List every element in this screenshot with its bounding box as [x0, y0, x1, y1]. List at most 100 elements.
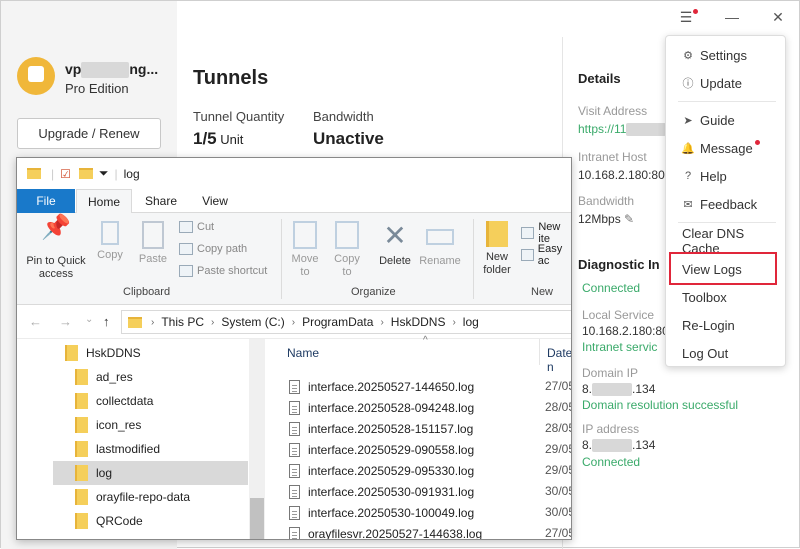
menu-toolbox[interactable]: Toolbox: [682, 286, 782, 308]
send-icon: ➤: [683, 114, 693, 127]
breadcrumb-programdata[interactable]: ProgramData: [302, 315, 373, 329]
file-row[interactable]: interface.20250530-091931.log: [289, 481, 474, 502]
tab-home[interactable]: Home: [76, 189, 132, 214]
copy-to-button[interactable]: Copy to: [329, 221, 365, 279]
folder-icon: [27, 168, 41, 179]
explorer-titlebar: | ☑ ⏷ | log: [17, 158, 571, 189]
new-folder-icon[interactable]: [78, 168, 93, 179]
column-header-date[interactable]: Date n: [547, 346, 571, 374]
address-bar[interactable]: › This PC › System (C:) › ProgramData › …: [121, 310, 571, 334]
highlight-box: [669, 252, 777, 285]
menu-feedback[interactable]: ✉ Feedback: [680, 193, 780, 215]
menu-help[interactable]: ? Help: [680, 165, 780, 187]
message-dot: [755, 140, 760, 145]
bell-icon: 🔔: [681, 142, 695, 155]
new-folder-icon: [486, 221, 508, 247]
ribbon-home: 📌 Pin to Quick access Copy Paste Cut Copy…: [17, 213, 571, 305]
menu-logout[interactable]: Log Out: [682, 342, 782, 364]
move-to-icon: [293, 221, 317, 249]
folder-icon: [75, 393, 88, 409]
ip-address-value: 8. .134: [582, 438, 656, 453]
folder-icon: [65, 345, 78, 361]
hamburger-menu-icon[interactable]: ☰: [678, 9, 694, 25]
menu-update[interactable]: ⓘ Update: [680, 72, 780, 94]
file-row[interactable]: interface.20250528-094248.log: [289, 397, 474, 418]
breadcrumb-log[interactable]: log: [463, 315, 479, 329]
tab-share[interactable]: Share: [135, 189, 187, 213]
paste-button[interactable]: Paste: [135, 221, 171, 266]
window-title: log: [123, 166, 140, 181]
delete-button[interactable]: ✕ Delete: [377, 221, 413, 268]
upgrade-renew-button[interactable]: Upgrade / Renew: [17, 118, 161, 149]
copy-path-button[interactable]: Copy path: [179, 243, 247, 255]
sort-ascending-icon: ^: [423, 335, 428, 346]
cut-button[interactable]: Cut: [179, 221, 214, 233]
tunnel-quantity-label: Tunnel Quantity: [193, 109, 285, 124]
chevron-right-icon: ›: [291, 316, 296, 328]
up-arrow-icon[interactable]: ↑: [103, 314, 110, 329]
minimize-icon[interactable]: —: [724, 9, 740, 25]
gear-icon: ⚙: [683, 49, 693, 62]
text-file-icon: [289, 463, 300, 478]
properties-icon[interactable]: ☑: [60, 167, 71, 181]
forward-arrow-icon[interactable]: →: [59, 314, 72, 329]
recent-locations-icon[interactable]: ⌄: [85, 314, 93, 325]
customize-toolbar-icon[interactable]: ⏷: [99, 166, 109, 181]
bandwidth-label: Bandwidth: [313, 109, 374, 124]
tab-file[interactable]: File: [17, 189, 75, 213]
edit-icon[interactable]: ✎: [624, 212, 634, 226]
paste-icon: [142, 221, 164, 249]
tree-item-selected[interactable]: log: [53, 461, 248, 485]
folder-icon: [75, 489, 88, 505]
close-icon[interactable]: ✕: [770, 9, 786, 25]
menu-clear-dns-cache[interactable]: Clear DNS Cache: [682, 226, 782, 256]
menu-settings[interactable]: ⚙ Settings: [680, 44, 780, 66]
menu-guide[interactable]: ➤ Guide: [680, 109, 780, 131]
breadcrumb-system-c[interactable]: System (C:): [221, 315, 284, 329]
text-file-icon: [289, 526, 300, 539]
file-row[interactable]: interface.20250528-151157.log: [289, 418, 473, 439]
breadcrumb-this-pc[interactable]: This PC: [161, 315, 204, 329]
file-row[interactable]: interface.20250529-090558.log: [289, 439, 474, 460]
copy-button[interactable]: Copy: [93, 221, 127, 262]
intranet-host-value: 10.168.2.180:80: [578, 168, 665, 182]
diagnostic-title: Diagnostic In: [578, 257, 660, 272]
new-item-button[interactable]: New ite: [521, 221, 571, 245]
menu-relogin[interactable]: Re-Login: [682, 314, 782, 336]
tree-item[interactable]: lastmodified: [75, 437, 160, 461]
file-row[interactable]: interface.20250530-100049.log: [289, 502, 474, 523]
rename-button[interactable]: Rename: [417, 221, 463, 268]
visit-address-link[interactable]: https://11: [578, 122, 667, 137]
new-folder-button[interactable]: New folder: [477, 221, 517, 277]
pin-quick-access-button[interactable]: 📌 Pin to Quick access: [23, 216, 89, 281]
tree-item[interactable]: icon_res: [75, 413, 141, 437]
file-row[interactable]: interface.20250529-095330.log: [289, 460, 474, 481]
move-to-button[interactable]: Move to: [287, 221, 323, 279]
group-divider: [473, 219, 474, 299]
copy-path-icon: [179, 243, 193, 255]
file-row[interactable]: interface.20250527-144650.log: [289, 376, 474, 397]
menu-message[interactable]: 🔔 Message: [680, 137, 780, 159]
tree-item[interactable]: ad_res: [75, 365, 133, 389]
file-row[interactable]: orayfilesvr.20250527-144638.log: [289, 523, 482, 539]
text-file-icon: [289, 442, 300, 457]
account-name: vp ng...: [65, 61, 159, 79]
folder-icon: [128, 316, 142, 328]
column-header-name[interactable]: Name: [287, 346, 319, 360]
easy-access-button[interactable]: Easy ac: [521, 243, 571, 267]
domain-ip-label: Domain IP: [582, 366, 639, 380]
tree-item[interactable]: orayfile-repo-data: [75, 485, 190, 509]
group-divider: [281, 219, 282, 299]
domain-ip-value: 8. .134: [582, 382, 656, 397]
tab-view[interactable]: View: [189, 189, 241, 213]
tree-item[interactable]: collectdata: [75, 389, 153, 413]
tree-item[interactable]: QRCode: [75, 509, 143, 533]
tree-item[interactable]: HskDDNS: [65, 341, 141, 365]
scrollbar-thumb[interactable]: [250, 498, 264, 539]
paste-shortcut-button[interactable]: Paste shortcut: [179, 265, 267, 277]
text-file-icon: [289, 505, 300, 520]
back-arrow-icon[interactable]: ←: [29, 314, 42, 329]
breadcrumb-hskddns[interactable]: HskDDNS: [391, 315, 446, 329]
menu-divider: [678, 101, 776, 102]
new-item-icon: [521, 227, 535, 239]
